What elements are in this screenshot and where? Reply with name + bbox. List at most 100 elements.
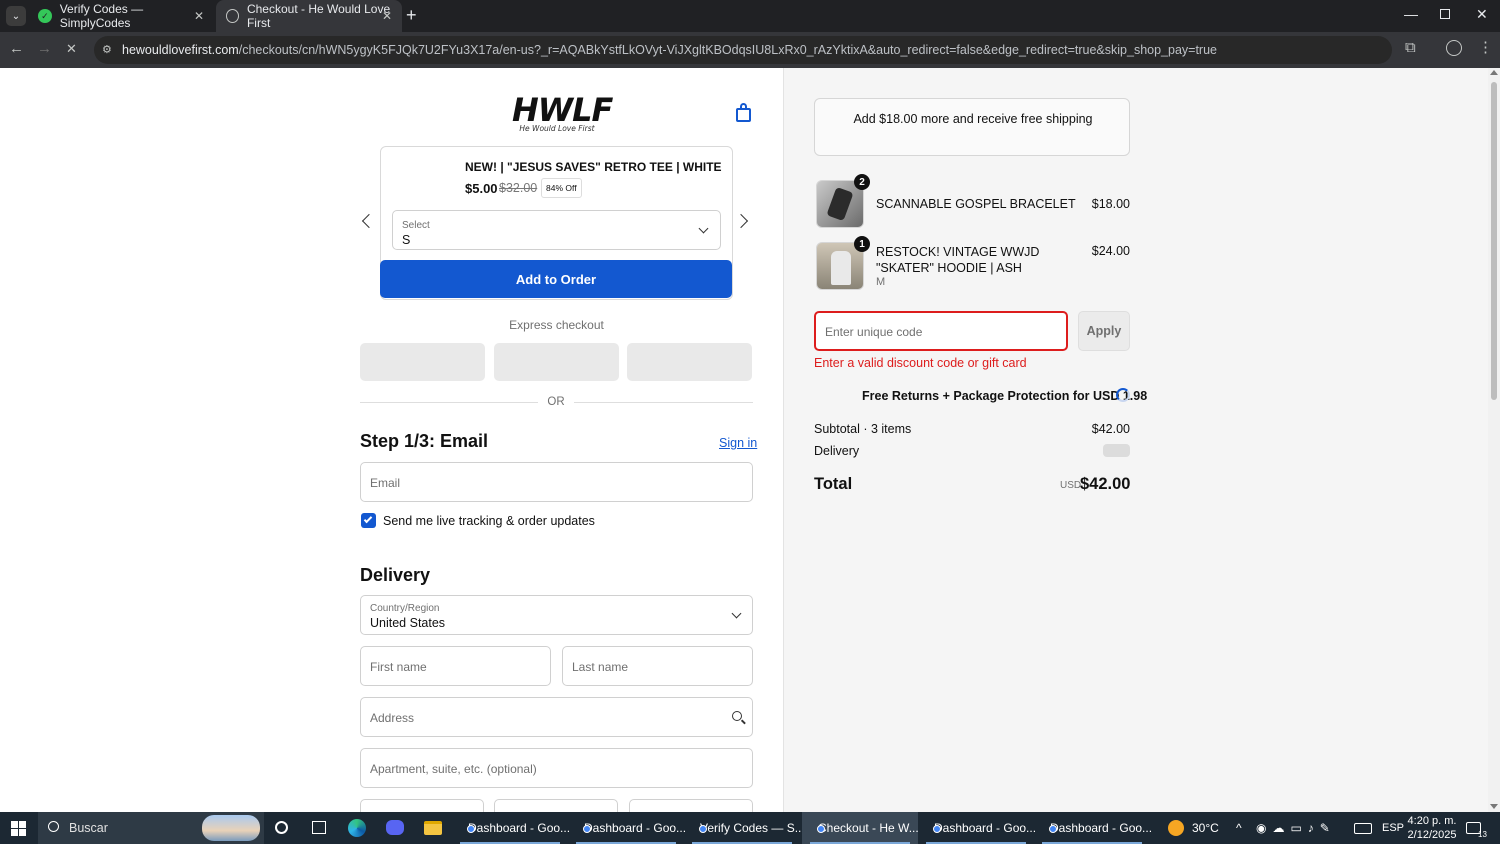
- last-name-placeholder: Last name: [572, 660, 629, 674]
- add-to-order-button[interactable]: Add to Order: [380, 260, 732, 298]
- clock-time: 4:20 p. m.: [1407, 815, 1457, 827]
- address-bar[interactable]: ⚙ hewouldlovefirst.com/checkouts/cn/hWN5…: [94, 36, 1392, 64]
- weather-widget[interactable]: 30°C: [1168, 812, 1219, 844]
- task-view-icon[interactable]: [312, 821, 326, 834]
- forward-arrow-icon[interactable]: →: [37, 41, 52, 56]
- url-path: /checkouts/cn/hWN5ygyK5FJQk7U2FYu3X17a/e…: [238, 43, 1217, 57]
- chevron-down-icon: [698, 223, 709, 234]
- taskbar-app-chrome-6[interactable]: Dashboard - Goo...: [1034, 812, 1153, 844]
- item-name: SCANNABLE GOSPEL BRACELET: [876, 197, 1076, 211]
- cortana-icon[interactable]: [275, 821, 288, 834]
- keyboard-icon[interactable]: [1354, 812, 1372, 844]
- total-currency: USD: [1060, 480, 1082, 491]
- city-field[interactable]: [360, 799, 484, 812]
- email-field[interactable]: Email: [360, 462, 753, 502]
- close-tab-icon[interactable]: ✕: [382, 9, 392, 23]
- discord-icon[interactable]: [386, 820, 404, 835]
- email-placeholder: Email: [370, 476, 401, 490]
- extensions-icon[interactable]: ⧉: [1405, 40, 1416, 55]
- state-field[interactable]: [494, 799, 618, 812]
- scrollbar-thumb[interactable]: [1491, 82, 1497, 400]
- scroll-down-arrow-icon[interactable]: [1490, 804, 1498, 809]
- marketing-optin-label[interactable]: Send me live tracking & order updates: [383, 514, 595, 528]
- item-name: RESTOCK! VINTAGE WWJD "SKATER" HOODIE | …: [876, 245, 1040, 275]
- simplycodes-favicon-icon: ✓: [38, 9, 52, 23]
- profile-icon[interactable]: [1446, 40, 1462, 56]
- taskbar-app-label: Checkout - He W...: [818, 821, 919, 835]
- sign-in-link[interactable]: Sign in: [719, 436, 757, 450]
- cart-bag-icon[interactable]: [736, 103, 751, 122]
- show-hidden-icons-icon[interactable]: ^: [1236, 812, 1242, 844]
- checkmark-icon: [363, 514, 373, 524]
- country-label: Country/Region: [370, 603, 440, 614]
- taskbar-app-chrome-5[interactable]: Dashboard - Goo...: [918, 812, 1037, 844]
- address-placeholder: Address: [370, 711, 415, 725]
- taskbar-app-label: Dashboard - Goo...: [934, 821, 1037, 835]
- size-select-value: S: [402, 233, 411, 247]
- taskbar-app-label: Dashboard - Goo...: [584, 821, 687, 835]
- taskbar-app-chrome-2[interactable]: Dashboard - Goo...: [568, 812, 687, 844]
- apartment-field[interactable]: Apartment, suite, etc. (optional): [360, 748, 753, 788]
- first-name-placeholder: First name: [370, 660, 427, 674]
- new-tab-button[interactable]: +: [406, 6, 417, 24]
- express-pay-button-1[interactable]: [360, 343, 485, 381]
- carousel-next-icon[interactable]: [733, 213, 749, 229]
- item-price: $24.00: [1091, 244, 1130, 258]
- loading-spinner-icon: [1116, 388, 1130, 402]
- tray-icons[interactable]: ◉☁▭♪✎: [1256, 812, 1336, 844]
- taskbar-search-box[interactable]: Buscar: [38, 812, 264, 844]
- address-field[interactable]: Address: [360, 697, 753, 737]
- country-select[interactable]: Country/Region United States: [360, 595, 753, 635]
- item-thumbnail: 1: [816, 236, 870, 290]
- browser-menu-icon[interactable]: ⋮: [1478, 40, 1493, 55]
- taskbar-app-label: Dashboard - Goo...: [468, 821, 571, 835]
- windows-start-icon[interactable]: [11, 821, 26, 836]
- delivery-title: Delivery: [360, 565, 431, 585]
- discount-code-field[interactable]: Enter unique code: [814, 311, 1068, 351]
- notifications-button[interactable]: 13: [1466, 812, 1487, 844]
- marketing-checkbox[interactable]: [361, 513, 376, 528]
- clock[interactable]: 4:20 p. m. 2/12/2025: [1406, 812, 1458, 844]
- tab-verify-codes[interactable]: ✓ Verify Codes — SimplyCodes ✕: [28, 0, 214, 32]
- file-explorer-icon[interactable]: [424, 821, 442, 835]
- taskbar-app-chrome-4[interactable]: Checkout - He W...: [802, 812, 919, 844]
- last-name-field[interactable]: Last name: [562, 646, 753, 686]
- edge-browser-icon[interactable]: [348, 819, 366, 837]
- tab-title: Checkout - He Would Love First: [246, 2, 391, 30]
- site-info-icon[interactable]: ⚙: [102, 43, 112, 56]
- apply-discount-button[interactable]: Apply: [1078, 311, 1130, 351]
- free-shipping-banner: Add $18.00 more and receive free shippin…: [814, 98, 1130, 156]
- first-name-field[interactable]: First name: [360, 646, 551, 686]
- size-select[interactable]: Select S: [392, 210, 721, 250]
- zip-field[interactable]: [629, 799, 753, 812]
- close-window-button[interactable]: ✕: [1476, 6, 1488, 23]
- express-checkout-label: Express checkout: [509, 318, 604, 332]
- restore-button[interactable]: [1440, 9, 1450, 19]
- carousel-prev-icon[interactable]: [361, 213, 377, 229]
- quantity-badge: 1: [854, 236, 870, 252]
- stop-loading-icon[interactable]: ✕: [66, 42, 77, 55]
- upsell-price: $5.00: [465, 181, 498, 196]
- product-image: [391, 157, 451, 217]
- or-divider-label: OR: [547, 396, 565, 408]
- clock-date: 2/12/2025: [1407, 829, 1457, 841]
- taskbar-app-chrome-1[interactable]: Dashboard - Goo...: [452, 812, 571, 844]
- browser-tab-bar: ⌄ ✓ Verify Codes — SimplyCodes ✕ Checkou…: [0, 0, 1500, 32]
- express-pay-button-2[interactable]: [494, 343, 619, 381]
- item-image: [826, 186, 854, 222]
- minimize-button[interactable]: —: [1404, 6, 1418, 22]
- scroll-up-arrow-icon[interactable]: [1490, 70, 1498, 75]
- tab-checkout[interactable]: Checkout - He Would Love First ✕: [216, 0, 402, 32]
- close-tab-icon[interactable]: ✕: [194, 9, 204, 23]
- back-arrow-icon[interactable]: ←: [9, 41, 24, 56]
- store-logo[interactable]: HWLF He Would Love First: [512, 94, 613, 133]
- package-protection-label: Free Returns + Package Protection for US…: [862, 389, 1148, 403]
- upsell-compare-price: $32.00: [499, 181, 538, 195]
- page-scrollbar[interactable]: [1488, 68, 1500, 812]
- express-pay-button-3[interactable]: [627, 343, 752, 381]
- tab-list-menu-icon[interactable]: ⌄: [6, 6, 26, 26]
- tab-title: Verify Codes — SimplyCodes: [59, 2, 144, 30]
- taskbar-app-label: Dashboard - Goo...: [1050, 821, 1153, 835]
- input-language[interactable]: ESP: [1382, 812, 1404, 844]
- taskbar-app-chrome-3[interactable]: Verify Codes — S...: [684, 812, 805, 844]
